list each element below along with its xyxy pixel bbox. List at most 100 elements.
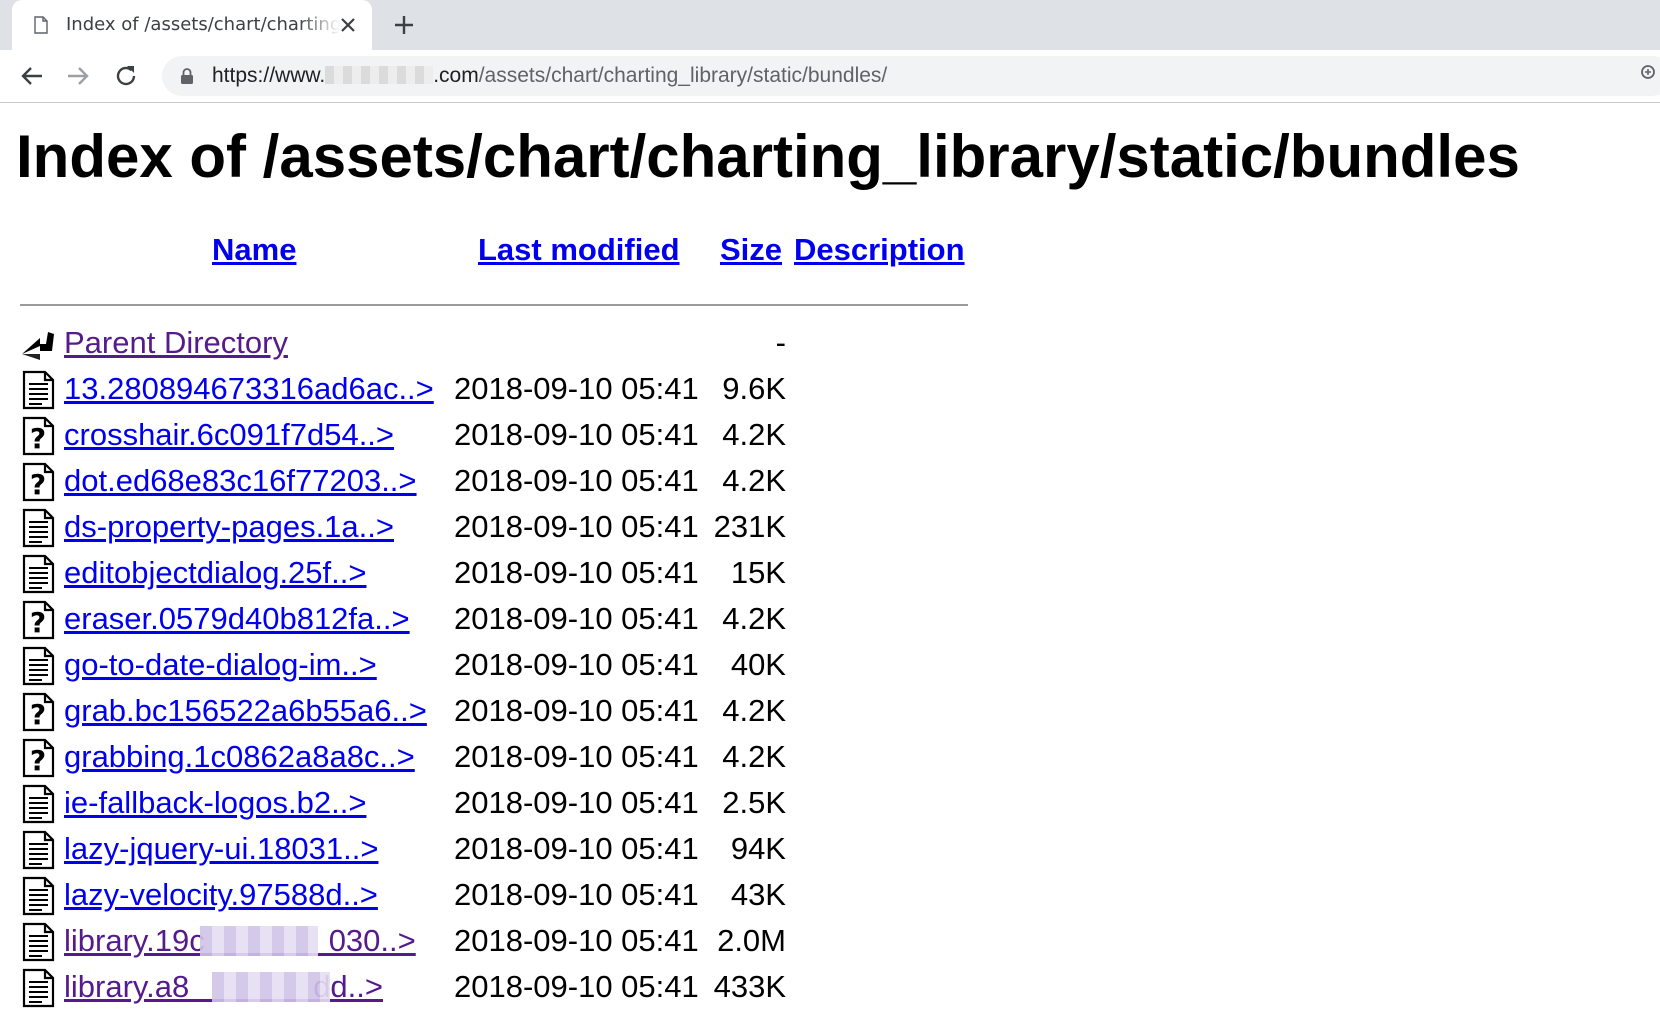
file-size: 4.2K: [722, 417, 786, 452]
file-size: 9.6K: [722, 371, 786, 406]
redacted-text: [200, 926, 318, 956]
file-link[interactable]: lazy-velocity.97588d..>: [64, 876, 378, 914]
file-link[interactable]: ds-property-pages.1a..>: [64, 508, 394, 546]
zoom-icon[interactable]: [1640, 64, 1660, 84]
sort-by-description-link[interactable]: Description: [794, 232, 965, 268]
text-file-icon: [18, 370, 58, 410]
last-modified: 2018-09-10 05:41: [454, 371, 699, 406]
unknown-file-icon: ?: [18, 462, 58, 502]
forward-arrow-icon[interactable]: [64, 62, 92, 90]
svg-text:?: ?: [30, 744, 46, 777]
last-modified: 2018-09-10 05:41: [454, 555, 699, 590]
file-row: editobjectdialog.25f..> 2018-09-10 05:41 1…: [0, 552, 1000, 598]
text-file-icon: [18, 554, 58, 594]
tab-title: Index of /assets/chart/charting_library/…: [66, 14, 340, 35]
file-row: ? dot.ed68e83c16f77203..> 2018-09-10 05:41…: [0, 460, 1000, 506]
file-size: 4.2K: [722, 463, 786, 498]
text-file-icon: [18, 646, 58, 686]
url-text[interactable]: https://www. .com/assets/chart/charting_l…: [212, 64, 887, 88]
svg-text:?: ?: [30, 606, 46, 639]
last-modified: 2018-09-10 05:41: [454, 831, 699, 866]
file-row: lazy-velocity.97588d..> 2018-09-10 05:41 4…: [0, 874, 1000, 920]
address-bar[interactable]: https://www. .com/assets/chart/charting_l…: [162, 56, 1660, 96]
last-modified: 2018-09-10 05:41: [454, 509, 699, 544]
redacted-text: [212, 972, 330, 1002]
page-icon: [34, 16, 48, 34]
browser-tab[interactable]: Index of /assets/chart/charting_library/…: [12, 0, 372, 50]
file-link[interactable]: lazy-jquery-ui.18031..>: [64, 830, 378, 868]
last-modified: 2018-09-10 05:41: [454, 601, 699, 636]
file-link[interactable]: crosshair.6c091f7d54..>: [64, 416, 394, 454]
file-size: 2.0M: [717, 923, 786, 958]
file-link[interactable]: 13.280894673316ad6ac..>: [64, 370, 434, 408]
text-file-icon: [18, 968, 58, 1008]
file-link[interactable]: ie-fallback-logos.b2..>: [64, 784, 366, 822]
file-row: ? crosshair.6c091f7d54..> 2018-09-10 05:41…: [0, 414, 1000, 460]
last-modified: 2018-09-10 05:41: [454, 417, 699, 452]
last-modified: 2018-09-10 05:41: [454, 785, 699, 820]
file-link[interactable]: eraser.0579d40b812fa..>: [64, 600, 410, 638]
last-modified: 2018-09-10 05:41: [454, 923, 699, 958]
file-size: -: [775, 325, 786, 360]
unknown-file-icon: ?: [18, 416, 58, 456]
text-file-icon: [18, 922, 58, 962]
file-row: lazy-jquery-ui.18031..> 2018-09-10 05:41 9…: [0, 828, 1000, 874]
file-link[interactable]: grab.bc156522a6b55a6..>: [64, 692, 427, 730]
file-size: 94K: [730, 831, 786, 866]
file-size: 2.5K: [722, 785, 786, 820]
file-size: 4.2K: [722, 601, 786, 636]
close-icon[interactable]: [336, 13, 360, 37]
url-host-suffix: .com: [433, 64, 479, 87]
new-tab-icon[interactable]: [392, 13, 416, 37]
parent-directory-row: Parent Directory -: [0, 322, 1000, 368]
last-modified: 2018-09-10 05:41: [454, 877, 699, 912]
back-arrow-icon[interactable]: [18, 62, 46, 90]
tab-strip: Index of /assets/chart/charting_library/…: [0, 0, 1660, 50]
page-title: Index of /assets/chart/charting_library/…: [16, 123, 1520, 190]
header-divider: [20, 304, 968, 306]
file-size: 43K: [730, 877, 786, 912]
sort-by-last-modified-link[interactable]: Last modified: [478, 232, 680, 268]
file-row: library.19c 030..> 2018-09-10 05:41 2.0M: [0, 920, 1000, 966]
back-icon: [18, 324, 58, 364]
file-size: 231K: [713, 509, 786, 544]
sort-by-size-link[interactable]: Size: [720, 232, 782, 268]
file-link[interactable]: dot.ed68e83c16f77203..>: [64, 462, 417, 500]
file-row: ie-fallback-logos.b2..> 2018-09-10 05:41 2…: [0, 782, 1000, 828]
file-size: 4.2K: [722, 739, 786, 774]
file-row: ds-property-pages.1a..> 2018-09-10 05:41 2…: [0, 506, 1000, 552]
url-path: /assets/chart/charting_library/static/bu…: [478, 64, 888, 87]
browser-toolbar: https://www. .com/assets/chart/charting_l…: [0, 50, 1660, 103]
file-link[interactable]: grabbing.1c0862a8a8c..>: [64, 738, 415, 776]
parent-directory-link[interactable]: Parent Directory: [64, 324, 288, 362]
text-file-icon: [18, 876, 58, 916]
last-modified: 2018-09-10 05:41: [454, 463, 699, 498]
file-size: 40K: [730, 647, 786, 682]
sort-by-name-link[interactable]: Name: [212, 232, 296, 268]
unknown-file-icon: ?: [18, 600, 58, 640]
file-row: ? eraser.0579d40b812fa..> 2018-09-10 05:41…: [0, 598, 1000, 644]
redacted-host: [325, 66, 434, 84]
lock-icon[interactable]: [180, 67, 194, 85]
file-row: go-to-date-dialog-im..> 2018-09-10 05:41 4…: [0, 644, 1000, 690]
text-file-icon: [18, 784, 58, 824]
file-size: 4.2K: [722, 693, 786, 728]
file-row: ? grab.bc156522a6b55a6..> 2018-09-10 05:41…: [0, 690, 1000, 736]
file-row: library.a8 dd..> 2018-09-10 05:41 433K: [0, 966, 1000, 1012]
last-modified: 2018-09-10 05:41: [454, 693, 699, 728]
file-size: 433K: [713, 969, 786, 1004]
unknown-file-icon: ?: [18, 738, 58, 778]
reload-icon[interactable]: [112, 62, 140, 90]
unknown-file-icon: ?: [18, 692, 58, 732]
last-modified: 2018-09-10 05:41: [454, 739, 699, 774]
text-file-icon: [18, 830, 58, 870]
file-size: 15K: [730, 555, 786, 590]
svg-text:?: ?: [30, 698, 46, 731]
last-modified: 2018-09-10 05:41: [454, 969, 699, 1004]
url-scheme: https://www.: [212, 64, 326, 87]
file-link[interactable]: go-to-date-dialog-im..>: [64, 646, 377, 684]
file-link[interactable]: editobjectdialog.25f..>: [64, 554, 366, 592]
text-file-icon: [18, 508, 58, 548]
last-modified: 2018-09-10 05:41: [454, 647, 699, 682]
svg-text:?: ?: [30, 422, 46, 455]
